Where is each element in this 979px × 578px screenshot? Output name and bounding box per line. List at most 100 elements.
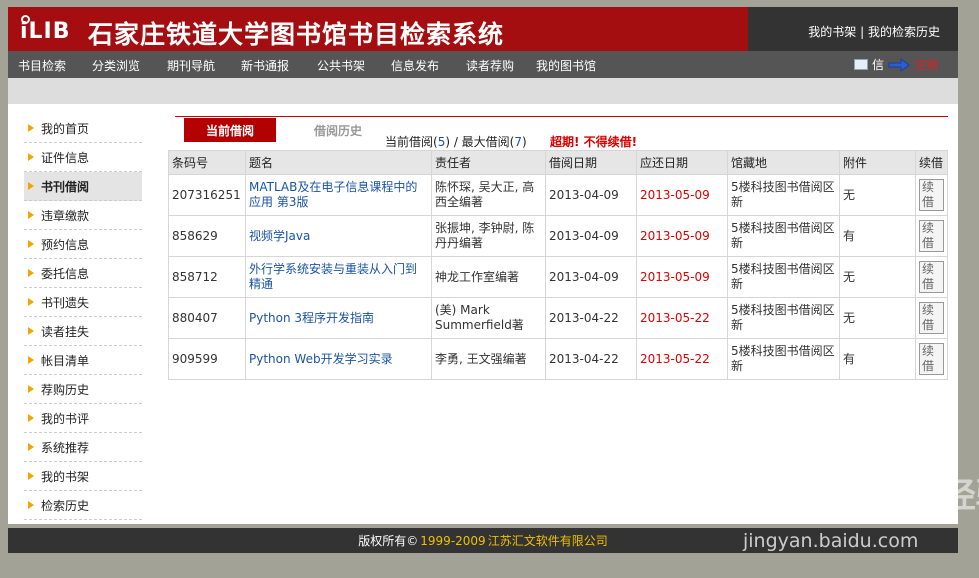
col-header-barcode[interactable]: 条码号: [168, 150, 246, 175]
borrow-date-cell: 2013-04-09: [545, 256, 637, 298]
book-title-link[interactable]: MATLAB及在电子信息课程中的应用 第3版: [245, 174, 432, 216]
tab-borrow-history[interactable]: 借阅历史: [292, 118, 384, 142]
borrow-date-cell: 2013-04-09: [545, 215, 637, 257]
sidebar-item-delegations[interactable]: 委托信息: [24, 259, 142, 288]
watermark-brand: Bai du 经验: [809, 476, 979, 516]
table-row: 880407 Python 3程序开发指南 (美) Mark Summerfie…: [168, 297, 948, 339]
due-date-cell: 2013-05-09: [636, 256, 728, 298]
copyright-prefix: 版权所有©: [358, 534, 419, 548]
nav-item-reader-recommend[interactable]: 读者荐购: [466, 57, 514, 74]
col-header-due-date[interactable]: 应还日期: [636, 150, 728, 175]
location-cell: 5楼科技图书借阅区新: [727, 215, 840, 257]
sidebar-item-recommend-history[interactable]: 荐购历史: [24, 375, 142, 404]
bullet-arrow-icon: [28, 327, 34, 335]
user-info-link[interactable]: 信: [872, 56, 884, 73]
author-cell: 陈怀琛, 吴大正, 高西全编著: [431, 174, 546, 216]
sidebar-item-my-reviews[interactable]: 我的书评: [24, 404, 142, 433]
col-header-attachment[interactable]: 附件: [839, 150, 916, 175]
book-title-link[interactable]: Python 3程序开发指南: [245, 297, 432, 339]
sidebar-menu: 我的首页 证件信息 书刊借阅 违章缴款 预约信息 委托信息 书刊遗失 读者挂失 …: [24, 114, 142, 520]
renew-button[interactable]: 续借: [919, 179, 944, 211]
sidebar-item-reservations[interactable]: 预约信息: [24, 230, 142, 259]
link-separator: |: [860, 25, 865, 39]
site-title: 石家庄铁道大学图书馆书目检索系统: [88, 20, 505, 49]
bullet-arrow-icon: [28, 443, 34, 451]
nav-item-new-books[interactable]: 新书通报: [241, 57, 289, 74]
bullet-arrow-icon: [28, 356, 34, 364]
sidebar-item-borrowing[interactable]: 书刊借阅: [24, 172, 142, 201]
col-header-renew: 续借: [915, 150, 948, 175]
ilib-logo[interactable]: iLIB: [18, 15, 74, 45]
book-title-link[interactable]: Python Web开发学习实录: [245, 338, 432, 380]
my-search-history-link[interactable]: 我的检索历史: [868, 25, 940, 39]
sidebar-item-account-list[interactable]: 帐目清单: [24, 346, 142, 375]
sidebar-item-my-bookshelf[interactable]: 我的书架: [24, 462, 142, 491]
author-cell: 神龙工作室编著: [431, 256, 546, 298]
barcode-cell: 909599: [168, 338, 246, 380]
bullet-arrow-icon: [28, 240, 34, 248]
nav-item-public-shelf[interactable]: 公共书架: [317, 57, 365, 74]
book-title-link[interactable]: 视频学Java: [245, 215, 432, 257]
overdue-warning: 超期! 不得续借!: [550, 135, 638, 149]
nav-user-area: 信 注销: [853, 56, 938, 73]
header-banner: iLIB 石家庄铁道大学图书馆书目检索系统: [8, 7, 748, 51]
sidebar-item-system-recommend[interactable]: 系统推荐: [24, 433, 142, 462]
attachment-cell: 有: [839, 338, 916, 380]
bullet-arrow-icon: [28, 385, 34, 393]
sidebar-item-card-info[interactable]: 证件信息: [24, 143, 142, 172]
arrow-right-icon: [888, 57, 910, 72]
sidebar-item-fines[interactable]: 违章缴款: [24, 201, 142, 230]
renew-cell: 续借: [915, 297, 948, 339]
bullet-arrow-icon: [28, 124, 34, 132]
table-row: 858629 视频学Java 张振坤, 李钟尉, 陈丹丹编著 2013-04-0…: [168, 215, 948, 257]
author-cell: 李勇, 王文强编著: [431, 338, 546, 380]
bullet-arrow-icon: [28, 269, 34, 277]
borrow-date-cell: 2013-04-09: [545, 174, 637, 216]
col-header-author[interactable]: 责任者: [431, 150, 546, 175]
max-borrow-count: 7: [514, 135, 523, 149]
company-link[interactable]: 江苏汇文软件有限公司: [488, 532, 608, 549]
renew-button[interactable]: 续借: [919, 343, 944, 375]
nav-item-catalog-search[interactable]: 书目检索: [18, 57, 66, 74]
bullet-arrow-icon: [28, 501, 34, 509]
bullet-arrow-icon: [28, 182, 34, 190]
col-header-location[interactable]: 馆藏地: [727, 150, 840, 175]
bullet-arrow-icon: [28, 298, 34, 306]
renew-button[interactable]: 续借: [919, 261, 944, 293]
due-date-cell: 2013-05-09: [636, 174, 728, 216]
col-header-title[interactable]: 题名: [245, 150, 432, 175]
borrow-count-info: 当前借阅(5) / 最大借阅(7): [385, 135, 527, 149]
location-cell: 5楼科技图书借阅区新: [727, 256, 840, 298]
attachment-cell: 无: [839, 297, 916, 339]
bullet-arrow-icon: [28, 153, 34, 161]
location-cell: 5楼科技图书借阅区新: [727, 338, 840, 380]
sidebar-item-lost-books[interactable]: 书刊遗失: [24, 288, 142, 317]
borrow-date-cell: 2013-04-22: [545, 338, 637, 380]
barcode-cell: 880407: [168, 297, 246, 339]
my-bookshelf-link[interactable]: 我的书架: [808, 25, 856, 39]
nav-item-category-browse[interactable]: 分类浏览: [92, 57, 140, 74]
sidebar-item-search-history[interactable]: 检索历史: [24, 491, 142, 520]
col-header-borrow-date[interactable]: 借阅日期: [545, 150, 637, 175]
bullet-arrow-icon: [28, 472, 34, 480]
renew-button[interactable]: 续借: [919, 302, 944, 334]
sidebar-item-home[interactable]: 我的首页: [24, 114, 142, 143]
location-cell: 5楼科技图书借阅区新: [727, 174, 840, 216]
attachment-cell: 有: [839, 215, 916, 257]
attachment-cell: 无: [839, 256, 916, 298]
renew-button[interactable]: 续借: [919, 220, 944, 252]
book-title-link[interactable]: 外行学系统安装与重装从入门到精通: [245, 256, 432, 298]
renew-cell: 续借: [915, 215, 948, 257]
author-cell: (美) Mark Summerfield著: [431, 297, 546, 339]
top-links: 我的书架 | 我的检索历史: [808, 23, 940, 40]
tab-current-borrowing[interactable]: 当前借阅: [184, 118, 276, 142]
page-frame: iLIB 石家庄铁道大学图书馆书目检索系统 我的书架 | 我的检索历史 书目检索…: [8, 7, 958, 524]
site-header: iLIB 石家庄铁道大学图书馆书目检索系统 我的书架 | 我的检索历史: [8, 7, 958, 51]
nav-item-journal-nav[interactable]: 期刊导航: [167, 57, 215, 74]
copyright-years: 1999-2009: [420, 533, 486, 548]
logout-link[interactable]: 注销: [914, 56, 938, 73]
nav-item-info-release[interactable]: 信息发布: [391, 57, 439, 74]
nav-item-my-library[interactable]: 我的图书馆: [536, 57, 596, 74]
sidebar-item-report-loss[interactable]: 读者挂失: [24, 317, 142, 346]
location-cell: 5楼科技图书借阅区新: [727, 297, 840, 339]
